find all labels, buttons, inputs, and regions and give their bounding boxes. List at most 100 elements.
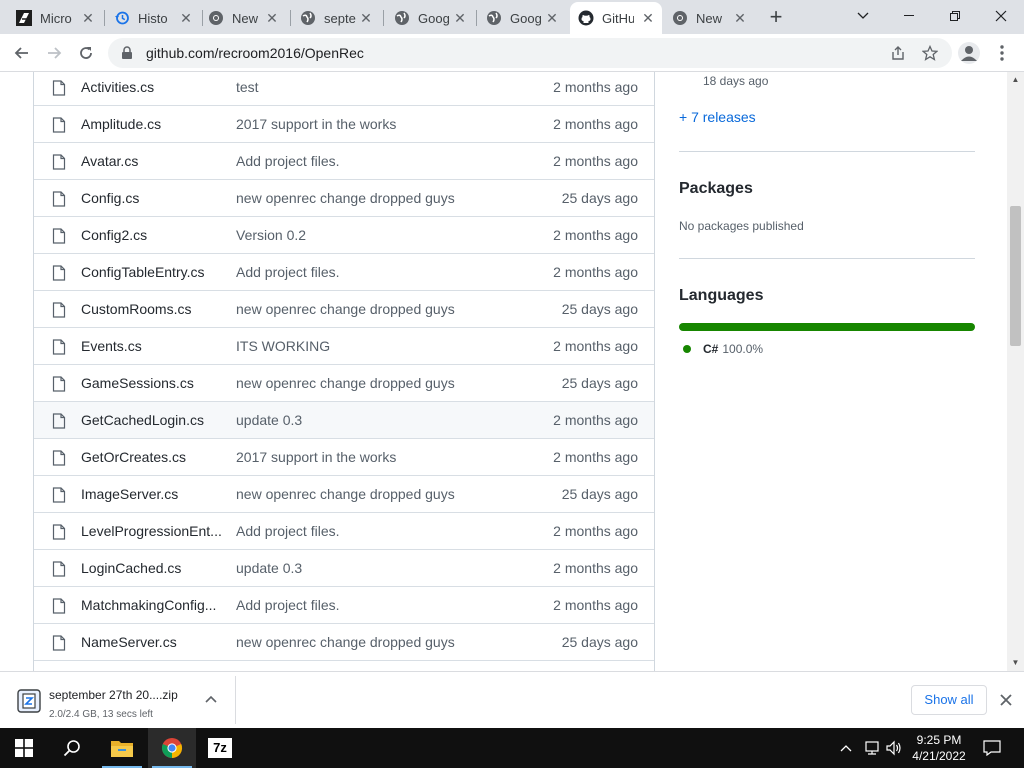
- chevron-up-icon[interactable]: [204, 692, 218, 706]
- volume-tray-button[interactable]: [884, 728, 904, 768]
- file-row[interactable]: MatchmakingConfig... Add project files. 2 …: [34, 586, 654, 623]
- profile-avatar[interactable]: [958, 42, 980, 64]
- packages-heading[interactable]: Packages: [679, 180, 753, 198]
- file-name-link[interactable]: ImageServer.cs: [81, 486, 221, 502]
- chrome-taskbar-button[interactable]: [148, 728, 196, 768]
- file-icon: [52, 524, 66, 540]
- file-name-link[interactable]: CustomRooms.cs: [81, 301, 221, 317]
- file-name-link[interactable]: Config.cs: [81, 190, 221, 206]
- file-row[interactable]: LevelProgressionEnt... Add project files.…: [34, 512, 654, 549]
- file-name-link[interactable]: Config2.cs: [81, 227, 221, 243]
- 7zip-button[interactable]: 7z: [196, 728, 244, 768]
- file-row[interactable]: GetOrCreates.cs 2017 support in the works…: [34, 438, 654, 475]
- file-name-link[interactable]: GameSessions.cs: [81, 375, 221, 391]
- commit-message-link[interactable]: 2017 support in the works: [236, 449, 396, 465]
- download-item[interactable]: september 27th 20....zip 2.0/2.4 GB, 13 …: [8, 676, 236, 724]
- file-name-link[interactable]: Avatar.cs: [81, 153, 221, 169]
- tab-5[interactable]: Goog ✕: [478, 2, 566, 34]
- tab-3[interactable]: septe ✕: [292, 2, 380, 34]
- close-icon[interactable]: ✕: [80, 10, 96, 26]
- share-icon[interactable]: [890, 45, 906, 61]
- commit-message-link[interactable]: update 0.3: [236, 560, 302, 576]
- start-button[interactable]: [0, 728, 48, 768]
- file-name-link[interactable]: LoginCached.cs: [81, 560, 221, 576]
- close-icon[interactable]: ✕: [732, 10, 748, 26]
- file-name-link[interactable]: Activities.cs: [81, 79, 221, 95]
- file-row[interactable]: ImageServer.cs new openrec change dropped…: [34, 475, 654, 512]
- more-releases-link[interactable]: + 7 releases: [679, 109, 756, 125]
- commit-message-link[interactable]: new openrec change dropped guys: [236, 190, 455, 206]
- commit-message-link[interactable]: Add project files.: [236, 597, 340, 613]
- tab-search-button[interactable]: [840, 0, 886, 32]
- file-row[interactable]: LoginCached.cs update 0.3 2 months ago: [34, 549, 654, 586]
- restore-button[interactable]: [932, 0, 978, 32]
- commit-message-link[interactable]: Add project files.: [236, 523, 340, 539]
- commit-message-link[interactable]: ITS WORKING: [236, 338, 330, 354]
- commit-message-link[interactable]: new openrec change dropped guys: [236, 375, 455, 391]
- commit-message-link[interactable]: new openrec change dropped guys: [236, 486, 455, 502]
- reload-button[interactable]: [72, 39, 100, 67]
- forward-button[interactable]: [40, 39, 68, 67]
- close-icon[interactable]: ✕: [264, 10, 280, 26]
- scroll-thumb[interactable]: [1010, 206, 1021, 346]
- close-icon[interactable]: ✕: [544, 10, 560, 26]
- language-item[interactable]: C# 100.0%: [683, 342, 763, 356]
- file-row[interactable]: [34, 660, 654, 671]
- file-row[interactable]: Config.cs new openrec change dropped guys…: [34, 179, 654, 216]
- tab-0[interactable]: Micro ✕: [8, 2, 102, 34]
- page-scrollbar[interactable]: ▲ ▼: [1007, 72, 1024, 671]
- file-name-link[interactable]: GetOrCreates.cs: [81, 449, 221, 465]
- file-name-link[interactable]: LevelProgressionEnt...: [81, 523, 221, 539]
- tab-1[interactable]: Histo ✕: [106, 2, 200, 34]
- file-name-link[interactable]: MatchmakingConfig...: [81, 597, 221, 613]
- search-button[interactable]: [48, 728, 96, 768]
- action-center-button[interactable]: [980, 728, 1004, 768]
- commit-message-link[interactable]: Version 0.2: [236, 227, 306, 243]
- close-icon[interactable]: [998, 692, 1014, 708]
- address-bar[interactable]: github.com/recroom2016/OpenRec: [108, 38, 952, 68]
- file-row[interactable]: Amplitude.cs 2017 support in the works 2 m…: [34, 105, 654, 142]
- file-name-link[interactable]: Events.cs: [81, 338, 221, 354]
- scroll-down-arrow[interactable]: ▼: [1011, 658, 1020, 667]
- commit-message-link[interactable]: Add project files.: [236, 153, 340, 169]
- file-row[interactable]: GameSessions.cs new openrec change droppe…: [34, 364, 654, 401]
- commit-message-link[interactable]: new openrec change dropped guys: [236, 301, 455, 317]
- file-row[interactable]: GetCachedLogin.cs update 0.3 2 months ago: [34, 401, 654, 438]
- file-row[interactable]: Avatar.cs Add project files. 2 months ago: [34, 142, 654, 179]
- show-all-downloads-button[interactable]: Show all: [911, 685, 987, 715]
- clock[interactable]: 9:25 PM 4/21/2022: [904, 732, 974, 764]
- new-tab-button[interactable]: +: [764, 6, 788, 30]
- file-row[interactable]: NameServer.cs new openrec change dropped …: [34, 623, 654, 660]
- minimize-button[interactable]: [886, 0, 932, 32]
- scroll-up-arrow[interactable]: ▲: [1011, 75, 1020, 84]
- file-row[interactable]: Activities.cs test 2 months ago: [34, 72, 654, 105]
- chrome-menu-button[interactable]: [994, 43, 1010, 63]
- file-row[interactable]: Config2.cs Version 0.2 2 months ago: [34, 216, 654, 253]
- file-name-link[interactable]: NameServer.cs: [81, 634, 221, 650]
- commit-message-link[interactable]: update 0.3: [236, 412, 302, 428]
- back-button[interactable]: [8, 39, 36, 67]
- close-window-button[interactable]: [978, 0, 1024, 32]
- close-icon[interactable]: ✕: [452, 10, 468, 26]
- file-name-link[interactable]: GetCachedLogin.cs: [81, 412, 221, 428]
- file-name-link[interactable]: Amplitude.cs: [81, 116, 221, 132]
- file-row[interactable]: CustomRooms.cs new openrec change dropped…: [34, 290, 654, 327]
- show-hidden-icons-button[interactable]: [838, 728, 854, 768]
- tab-4[interactable]: Goog ✕: [386, 2, 474, 34]
- bookmark-star-icon[interactable]: [922, 45, 938, 61]
- commit-message-link[interactable]: 2017 support in the works: [236, 116, 396, 132]
- commit-message-link[interactable]: new openrec change dropped guys: [236, 634, 455, 650]
- close-icon[interactable]: ✕: [178, 10, 194, 26]
- file-row[interactable]: ConfigTableEntry.cs Add project files. 2 m…: [34, 253, 654, 290]
- file-row[interactable]: Events.cs ITS WORKING 2 months ago: [34, 327, 654, 364]
- tab-6-active[interactable]: GitHu ✕: [570, 2, 662, 34]
- tab-7[interactable]: New ✕: [664, 2, 754, 34]
- file-name-link[interactable]: ConfigTableEntry.cs: [81, 264, 221, 280]
- commit-message-link[interactable]: Add project files.: [236, 264, 340, 280]
- tab-2[interactable]: New ✕: [200, 2, 286, 34]
- file-explorer-button[interactable]: [98, 728, 146, 768]
- network-tray-button[interactable]: [862, 728, 882, 768]
- close-icon[interactable]: ✕: [640, 10, 656, 26]
- close-icon[interactable]: ✕: [358, 10, 374, 26]
- commit-message-link[interactable]: test: [236, 79, 259, 95]
